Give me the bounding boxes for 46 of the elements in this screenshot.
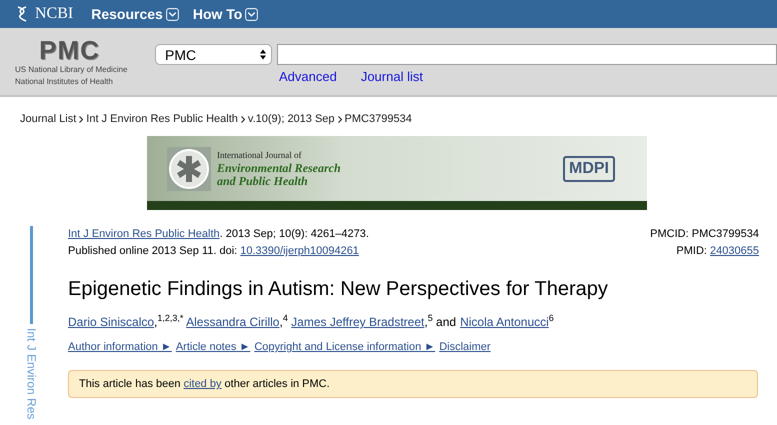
author-link[interactable]: Dario Siniscalco	[68, 315, 154, 329]
helix-icon	[15, 5, 29, 23]
publisher-logo: MDPI	[563, 156, 615, 182]
ncbi-logo[interactable]: NCBI	[35, 5, 74, 23]
info-link[interactable]: Article notes ►	[176, 341, 250, 353]
journal-title: Environmental Research	[217, 162, 342, 175]
info-link[interactable]: Disclaimer	[439, 341, 491, 353]
pmid-text: PMID: 24030655	[675, 244, 759, 259]
citation-notice: This article has been cited by other articles in PMC.	[68, 370, 758, 398]
info-link[interactable]: Author information ►	[68, 341, 172, 353]
header-link[interactable]: Advanced	[279, 69, 337, 84]
chevron-icon	[240, 116, 245, 122]
journal-side-label: Int J Environ Res	[24, 328, 38, 420]
citation-text: Int J Environ Res Public Health. 2013 Sep; 10(9): 4261–4273.	[68, 227, 369, 242]
dropdown-icon[interactable]	[166, 8, 179, 20]
article-title: Epigenetic Findings in Autism: New Perspectives for Therapy	[68, 277, 609, 301]
breadcrumb-item[interactable]: v.10(9); 2013 Sep	[248, 113, 335, 125]
menu-button[interactable]: How To	[192, 6, 258, 22]
breadcrumb-item[interactable]: Journal List	[20, 113, 76, 125]
chevron-icon	[79, 116, 84, 122]
info-link[interactable]: Copyright and License information ►	[254, 341, 436, 353]
globe-emblem-icon	[167, 146, 211, 190]
journal-title: International Journal of	[217, 149, 302, 162]
journal-title: and Public Health	[217, 175, 309, 188]
publication-info: Published online 2013 Sep 11. doi: 10.3390/ijerph10094261	[68, 244, 360, 259]
breadcrumb-item: PMC3799534	[344, 113, 412, 125]
organization-name: US National Library of Medicine	[14, 64, 128, 76]
database-select[interactable]: PMC	[155, 44, 272, 65]
author-list: Dario Siniscalco,$^{1,2,3,*}$ Alessandra Cirillo,$^{4}$ James Jeffrey Bradstreet,$^{5}$ and Nicola Antonucci$^{6}$	[68, 310, 758, 330]
author-link[interactable]: Alessandra Cirillo	[186, 315, 280, 329]
pmc-logo[interactable]: PMC	[39, 36, 100, 64]
pmcid-text: PMCID: PMC3799534	[650, 227, 759, 242]
breadcrumb-item[interactable]: Int J Environ Res Public Health	[86, 113, 238, 125]
dropdown-icon[interactable]	[245, 8, 258, 20]
pmid-link[interactable]: 24030655	[710, 245, 759, 257]
author-link[interactable]: Nicola Antonucci	[460, 315, 549, 329]
search-field[interactable]	[277, 44, 777, 65]
organization-name: National Institutes of Health	[14, 76, 113, 88]
chevron-icon	[338, 116, 342, 122]
journal-link[interactable]: Int J Environ Res Public Health	[68, 228, 220, 240]
stepper-arrows-icon	[260, 49, 266, 60]
header-link[interactable]: Journal list	[360, 69, 423, 84]
author-link[interactable]: James Jeffrey Bradstreet	[291, 315, 424, 329]
menu-button[interactable]: Resources	[91, 6, 179, 22]
doi-link[interactable]: 10.3390/ijerph10094261	[240, 245, 359, 257]
cited-by-link[interactable]: cited by	[184, 378, 222, 390]
